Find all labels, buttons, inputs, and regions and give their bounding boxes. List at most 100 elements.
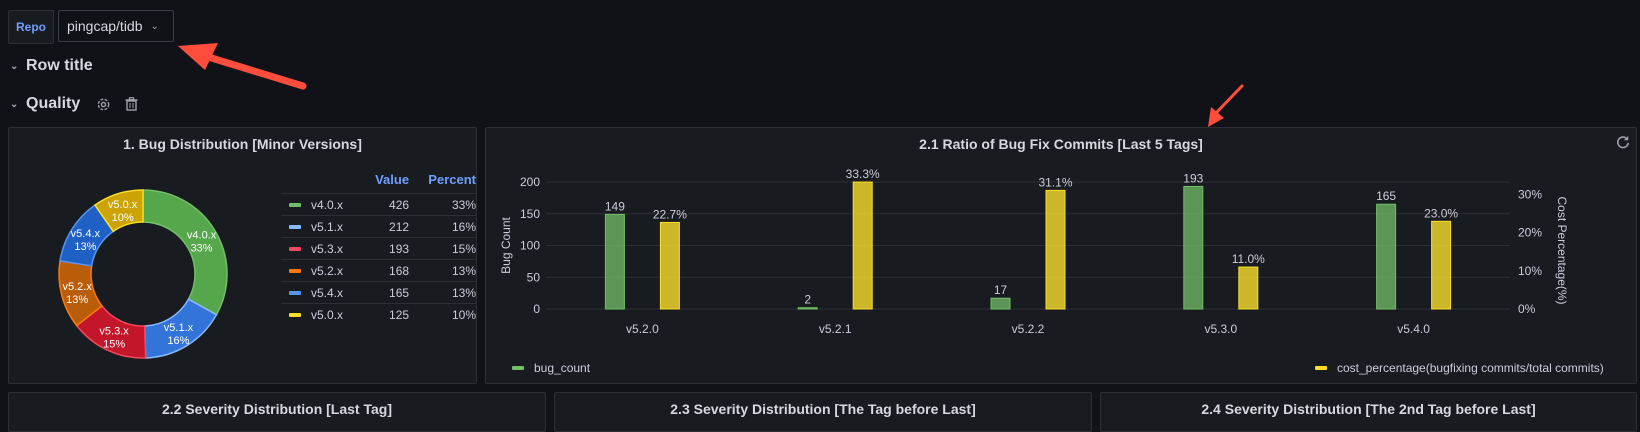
donut-slice[interactable] xyxy=(142,189,228,316)
y-tick-label: 200 xyxy=(520,175,540,189)
x-tick-label: v5.4.0 xyxy=(1397,322,1430,336)
legend-percent: 13% xyxy=(409,259,476,282)
bar-bug-count[interactable] xyxy=(1183,185,1204,310)
bar-bug-count[interactable] xyxy=(604,213,625,310)
panel-severity-tag-before-last: 2.3 Severity Distribution [The Tag befor… xyxy=(554,392,1092,432)
bar-cost-percentage[interactable] xyxy=(1238,266,1259,310)
donut-slice-label: v5.3.x xyxy=(99,326,129,338)
donut-slice-percent: 13% xyxy=(66,294,88,306)
chevron-down-icon: ⌄ xyxy=(10,98,19,110)
y-axis-title: Bug Count xyxy=(499,216,513,273)
legend-swatch xyxy=(289,247,301,252)
legend-row[interactable]: v5.2.x 168 13% xyxy=(281,259,476,282)
donut-slice-percent: 15% xyxy=(103,339,125,351)
bar-cost-percentage[interactable] xyxy=(659,221,680,310)
bar-chart: 0 50 100 150 200 0% 10% 20% 30% Bug Count Cost Per… xyxy=(499,167,1569,336)
panel-title: 2.4 Severity Distribution [The 2nd Tag b… xyxy=(1201,401,1536,417)
legend-series-name: v5.0.x xyxy=(311,307,344,322)
panel-title: 1. Bug Distribution [Minor Versions] xyxy=(123,136,362,152)
donut-chart: v4.0.x33%v5.1.x16%v5.3.x15%v5.2.x13%v5.4… xyxy=(58,189,228,359)
bar-bug-count[interactable] xyxy=(990,297,1011,310)
donut-slice-label: v5.4.x xyxy=(71,228,101,240)
legend-row[interactable]: v5.0.x 125 10% xyxy=(281,303,476,325)
row-title-label: Row title xyxy=(26,57,93,74)
legend-value: 426 xyxy=(353,193,410,216)
bar-value-label: 149 xyxy=(605,199,625,213)
donut-slice-label: v4.0.x xyxy=(187,229,217,241)
legend-swatch xyxy=(512,366,524,370)
legend-series-name: v5.2.x xyxy=(311,263,344,278)
y-tick-label: 150 xyxy=(520,207,540,221)
legend-swatch xyxy=(289,225,301,230)
legend-swatch xyxy=(1315,366,1327,370)
panel-title: 2.2 Severity Distribution [Last Tag] xyxy=(161,401,392,417)
row-quality-label: Quality xyxy=(26,95,81,112)
y-tick-label: 0 xyxy=(533,302,540,316)
legend-series-name: v5.1.x xyxy=(311,219,344,234)
legend-row[interactable]: v4.0.x 426 33% xyxy=(281,193,476,216)
donut-slice-percent: 16% xyxy=(167,335,189,347)
y-tick-label: 100 xyxy=(520,239,540,253)
donut-slice-percent: 10% xyxy=(112,212,134,224)
legend-row[interactable]: v5.4.x 165 13% xyxy=(281,281,476,304)
legend-value: 193 xyxy=(353,237,410,260)
donut-slice-percent: 33% xyxy=(191,242,213,254)
bar-cost-percentage[interactable] xyxy=(852,181,873,310)
y2-axis-title: Cost Percentage(%) xyxy=(1555,196,1569,304)
legend-swatch xyxy=(289,313,301,318)
legend-swatch xyxy=(289,291,301,296)
legend-value: 125 xyxy=(353,303,410,325)
legend-percent: 13% xyxy=(409,281,476,304)
y2-tick-label: 30% xyxy=(1518,188,1542,202)
bar-value-label: 11.0% xyxy=(1232,252,1265,266)
legend-swatch xyxy=(289,269,301,274)
bar-cost-percentage[interactable] xyxy=(1045,189,1066,310)
x-tick-label: v5.2.2 xyxy=(1012,322,1045,336)
legend-percent: 33% xyxy=(409,193,476,216)
row-quality[interactable]: ⌄ Quality xyxy=(10,92,140,116)
legend-series-name: v4.0.x xyxy=(311,197,344,212)
arrow-to-repo-select xyxy=(178,43,307,90)
legend-item-cost-percentage[interactable]: cost_percentage(bugfixing commits/total … xyxy=(1315,361,1604,375)
donut-slice-percent: 13% xyxy=(74,241,96,253)
bar-bug-count[interactable] xyxy=(797,307,818,310)
legend-row[interactable]: v5.3.x 193 15% xyxy=(281,237,476,260)
legend-series-name: v5.3.x xyxy=(311,241,344,256)
legend-value: 165 xyxy=(353,281,410,304)
legend-header-value[interactable]: Value xyxy=(354,172,409,194)
legend-label: bug_count xyxy=(534,361,591,375)
panel-severity-last-tag: 2.2 Severity Distribution [Last Tag] xyxy=(8,392,546,432)
donut-slice-label: v5.1.x xyxy=(164,322,194,334)
bar-bug-count[interactable] xyxy=(1376,203,1397,310)
chevron-down-icon: ⌄ xyxy=(10,60,19,72)
gear-icon[interactable] xyxy=(94,95,112,113)
legend-label: cost_percentage(bugfixing commits/total … xyxy=(1337,361,1604,375)
bar-cost-percentage[interactable] xyxy=(1431,220,1452,310)
donut-slice-label: v5.2.x xyxy=(62,281,92,293)
legend-percent: 16% xyxy=(409,215,476,238)
legend-row[interactable]: v5.1.x 212 16% xyxy=(281,215,476,238)
bar-value-label: 165 xyxy=(1376,189,1396,203)
y2-tick-label: 20% xyxy=(1518,226,1542,240)
trash-icon[interactable] xyxy=(122,95,140,113)
y2-tick-label: 10% xyxy=(1518,264,1542,278)
pie-legend-table: Value Percent v4.0.x 426 33% v5.1.x 212 16% v5… xyxy=(281,172,476,325)
y-tick-label: 50 xyxy=(527,270,541,284)
bar-value-label: 31.1% xyxy=(1038,175,1072,189)
y2-tick-label: 0% xyxy=(1518,302,1536,316)
x-tick-label: v5.3.0 xyxy=(1204,322,1237,336)
x-tick-label: v5.2.0 xyxy=(626,322,659,336)
legend-percent: 15% xyxy=(409,237,476,260)
legend-value: 212 xyxy=(353,215,410,238)
legend-item-bug-count[interactable]: bug_count xyxy=(512,361,590,375)
legend-swatch xyxy=(289,203,301,208)
legend-series-name: v5.4.x xyxy=(311,285,344,300)
bar-value-label: 33.3% xyxy=(846,167,880,181)
row-row-title[interactable]: ⌄ Row title xyxy=(10,54,93,78)
panel-title: 2.3 Severity Distribution [The Tag befor… xyxy=(670,401,976,417)
arrow-to-panel2-title xyxy=(1208,84,1244,127)
legend-percent: 10% xyxy=(409,303,476,325)
legend-header-percent[interactable]: Percent xyxy=(409,172,476,194)
bar-value-label: 22.7% xyxy=(653,207,687,221)
panel-bug-fix-ratio: 2.1 Ratio of Bug Fix Commits [Last 5 Tag… xyxy=(485,127,1637,384)
